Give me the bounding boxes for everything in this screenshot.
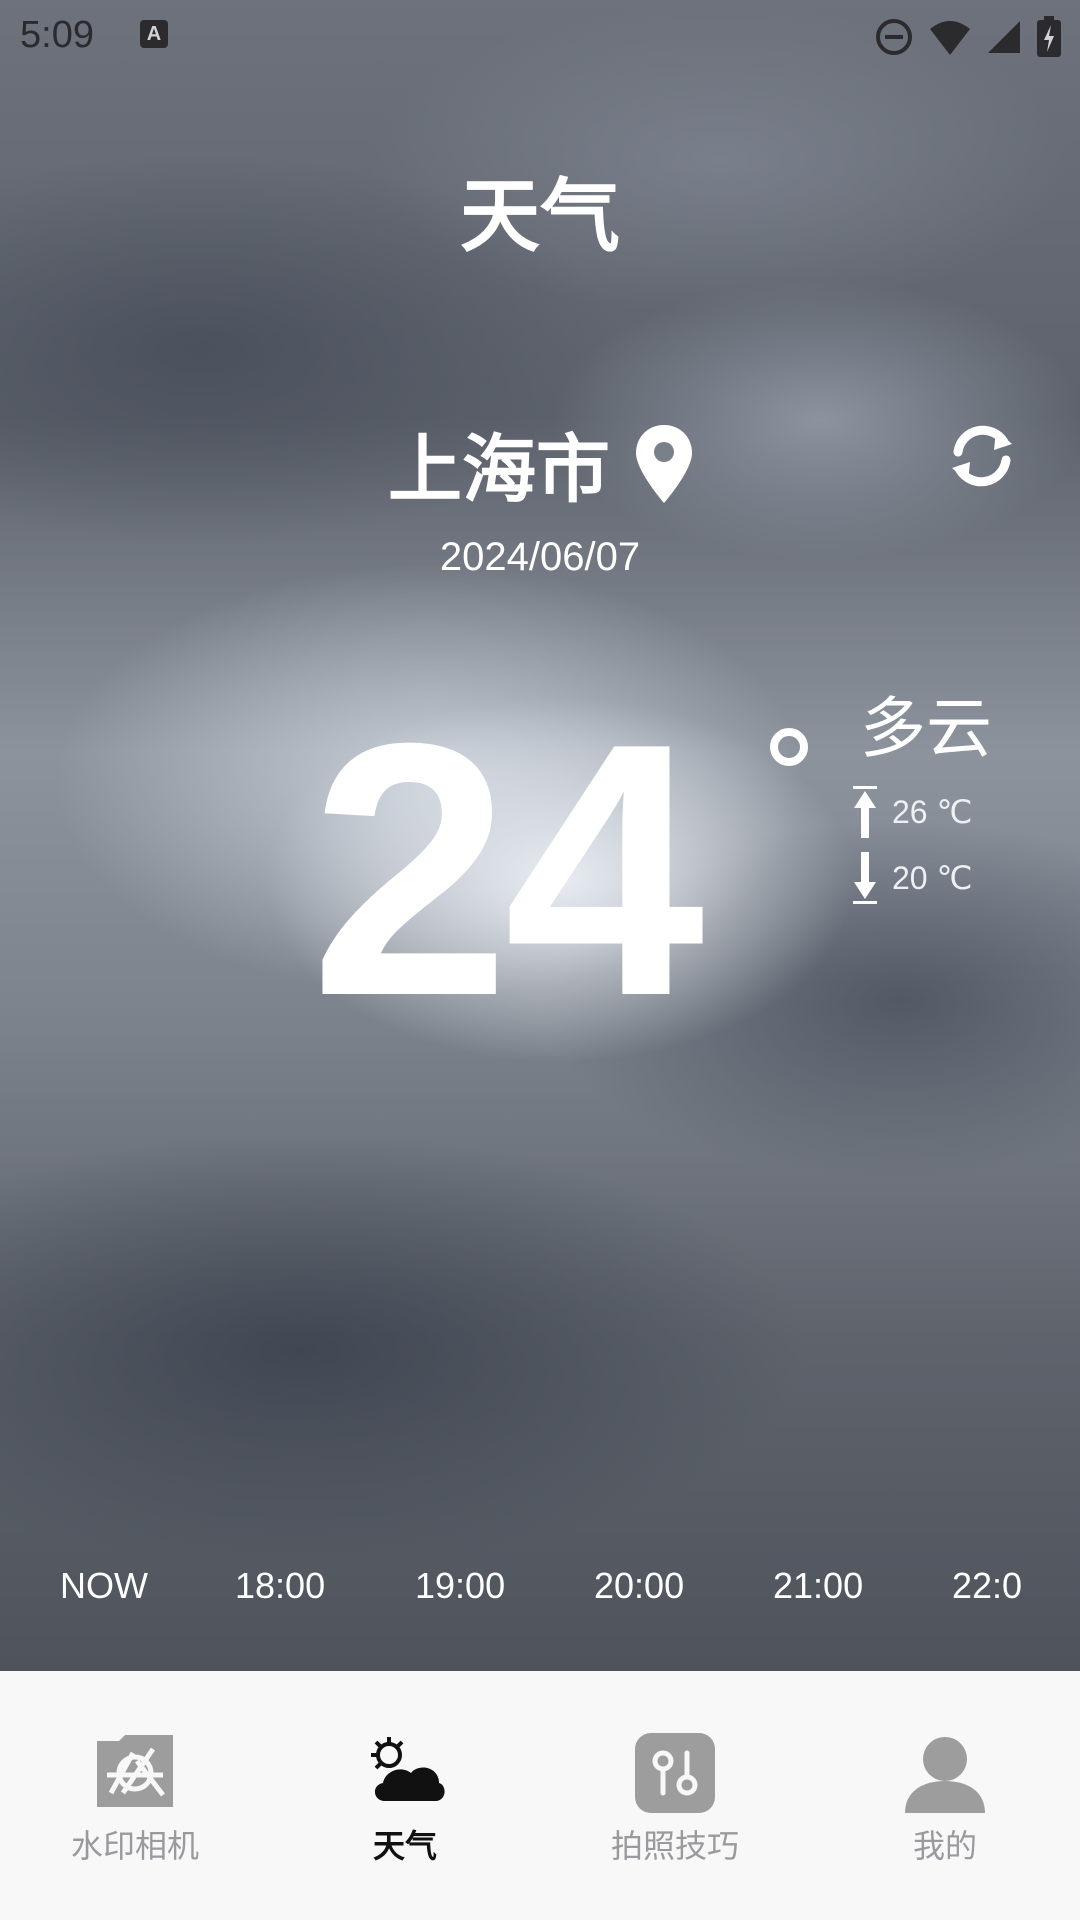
tab-watermark-camera[interactable]: 水印相机 bbox=[0, 1671, 270, 1920]
arrow-down-icon bbox=[853, 852, 877, 904]
status-time: 5:09 bbox=[20, 14, 94, 56]
photo-tips-icon bbox=[635, 1733, 715, 1813]
bottom-navigation: 水印相机 天气 拍照技巧 我的 bbox=[0, 1671, 1080, 1920]
hour-label: 22:0 bbox=[952, 1565, 1023, 1606]
refresh-icon[interactable] bbox=[944, 418, 1020, 494]
hour-label: NOW bbox=[60, 1565, 148, 1606]
cellular-signal-icon bbox=[988, 21, 1020, 53]
tab-photo-tips[interactable]: 拍照技巧 bbox=[540, 1671, 810, 1920]
do-not-disturb-icon bbox=[876, 19, 912, 55]
page-title: 天气 bbox=[460, 170, 620, 263]
watermark-camera-icon bbox=[97, 1735, 173, 1807]
low-temperature: 20 ℃ bbox=[892, 860, 973, 896]
hour-label: 18:00 bbox=[235, 1565, 326, 1606]
battery-icon bbox=[1037, 16, 1061, 57]
weather-icon bbox=[371, 1737, 445, 1801]
status-icons bbox=[874, 16, 1062, 58]
tab-weather[interactable]: 天气 bbox=[270, 1671, 540, 1920]
hourly-forecast[interactable]: NOW 18:00 19:00 20:00 21:00 22:0 bbox=[0, 1565, 1080, 1609]
hour-label: 21:00 bbox=[773, 1565, 864, 1606]
high-temperature: 26 ℃ bbox=[892, 794, 973, 830]
hour-label: 20:00 bbox=[594, 1565, 685, 1606]
current-date: 2024/06/07 bbox=[439, 535, 641, 579]
status-bar: 5:09 A bbox=[0, 0, 1080, 72]
weather-condition: 多云 bbox=[860, 690, 992, 767]
wifi-icon bbox=[930, 21, 970, 55]
tab-label: 水印相机 bbox=[70, 1827, 199, 1865]
city-name: 上海市 bbox=[388, 427, 610, 513]
tab-label: 天气 bbox=[372, 1827, 437, 1865]
tab-profile[interactable]: 我的 bbox=[810, 1671, 1080, 1920]
low-temperature-row: 20 ℃ bbox=[852, 852, 972, 904]
tab-label: 拍照技巧 bbox=[610, 1827, 739, 1865]
hour-label: 19:00 bbox=[415, 1565, 506, 1606]
arrow-up-icon bbox=[853, 786, 877, 838]
degree-symbol bbox=[770, 728, 808, 766]
keyboard-a-icon: A bbox=[140, 20, 168, 48]
current-temperature: 24 bbox=[310, 669, 704, 1071]
profile-icon bbox=[905, 1737, 985, 1813]
location-pin-icon[interactable] bbox=[636, 424, 692, 503]
tab-label: 我的 bbox=[912, 1827, 977, 1865]
high-temperature-row: 26 ℃ bbox=[852, 786, 972, 838]
location-row: 上海市 bbox=[0, 410, 1080, 517]
